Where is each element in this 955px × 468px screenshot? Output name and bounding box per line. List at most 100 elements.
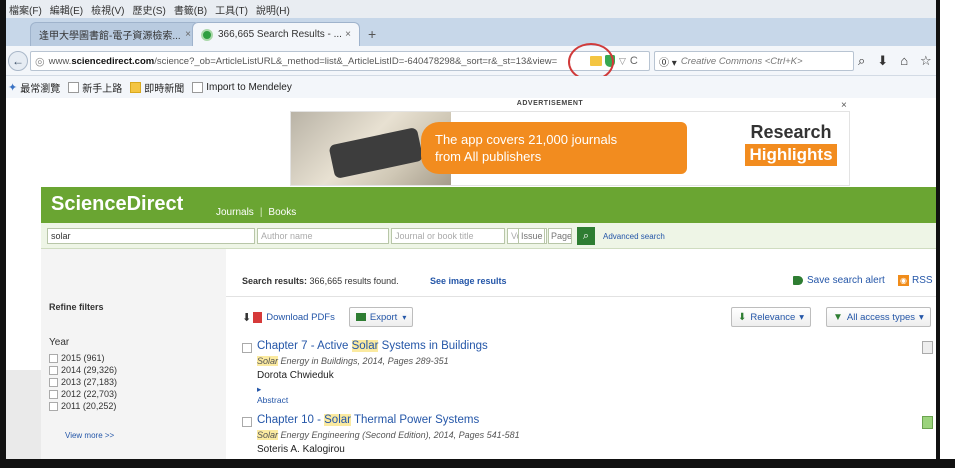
- close-icon[interactable]: ×: [345, 29, 351, 40]
- title-text: Systems in Buildings: [378, 340, 488, 352]
- tab-library[interactable]: 逢甲大學圖書館-電子資源檢索... ×: [30, 22, 200, 46]
- ad-label: ADVERTISEMENT: [516, 100, 584, 107]
- url-bar[interactable]: ◎ www. sciencedirect.com/science?_ob=Arti…: [30, 51, 650, 71]
- menu-edit[interactable]: 編輯(E): [50, 2, 83, 17]
- download-pdfs-label: Download PDFs: [266, 311, 335, 323]
- sciencedirect-logo[interactable]: ScienceDirect: [51, 193, 183, 216]
- checkbox[interactable]: [49, 353, 58, 363]
- back-button[interactable]: ←: [8, 51, 28, 71]
- navigation-bar: ← ◎ www. sciencedirect.com/science?_ob=Ar…: [6, 46, 936, 76]
- results-toolbar: ⬇ Download PDFs Export ▾: [242, 306, 414, 328]
- issue-input[interactable]: [518, 228, 545, 244]
- bookmark-mendeley[interactable]: Import to Mendeley: [192, 81, 292, 93]
- creative-commons-icon[interactable]: ⓪ ▾: [659, 54, 677, 69]
- result-author: Dorota Chwieduk: [257, 370, 334, 381]
- year-filter-label: 2012 (22,703): [61, 389, 118, 399]
- menu-tools[interactable]: 工具(T): [215, 2, 248, 17]
- divider: [226, 296, 936, 297]
- search-terms-input[interactable]: [47, 228, 255, 244]
- home-icon[interactable]: ⌂: [900, 53, 908, 69]
- rss-link[interactable]: ◉ RSS: [898, 275, 933, 286]
- checkbox[interactable]: [49, 365, 58, 375]
- new-tab-button[interactable]: +: [368, 26, 376, 42]
- filter-funnel-icon: ▼: [833, 311, 843, 323]
- year-filter-item[interactable]: 2015 (961): [49, 352, 117, 364]
- menu-help[interactable]: 說明(H): [256, 2, 290, 17]
- author-input[interactable]: [257, 228, 389, 244]
- source-highlight: Solar: [257, 356, 279, 366]
- menu-bookmarks[interactable]: 書籤(B): [174, 2, 207, 17]
- year-filter-heading: Year: [49, 337, 70, 348]
- ad-brand-line-2: Highlights: [745, 144, 837, 166]
- result-checkbox[interactable]: [242, 343, 252, 353]
- source-text: Energy in Buildings, 2014, Pages 289-351: [278, 356, 449, 366]
- refine-filters-heading: Refine filters: [49, 302, 104, 312]
- bookmark-star-icon[interactable]: ☆: [920, 53, 932, 69]
- toolbar-icons: ⌕ ⬇ ⌂ ☆: [858, 53, 932, 69]
- url-domain: sciencedirect.com: [71, 55, 155, 67]
- year-filter-list: 2015 (961) 2014 (29,326) 2013 (27,183) 2…: [49, 352, 117, 412]
- nav-journals[interactable]: Journals: [216, 207, 254, 218]
- sciencedirect-favicon-icon: [201, 28, 213, 41]
- ad-line-2: from All publishers: [435, 149, 542, 164]
- checkbox[interactable]: [49, 389, 58, 399]
- menu-history[interactable]: 歷史(S): [132, 2, 165, 17]
- access-label: All access types: [846, 311, 916, 323]
- search-engine-bar[interactable]: ⓪ ▾ Creative Commons <Ctrl+K>: [654, 51, 854, 71]
- globe-icon: ◎: [35, 55, 45, 68]
- result-checkbox[interactable]: [242, 417, 252, 427]
- result-source: Solar Energy in Buildings, 2014, Pages 2…: [257, 356, 449, 366]
- relevance-label: Relevance: [750, 311, 796, 323]
- sort-relevance-button[interactable]: ⬇ Relevance ▾: [731, 307, 812, 327]
- year-filter-item[interactable]: 2011 (20,252): [49, 400, 117, 412]
- image-results-link[interactable]: See image results: [430, 276, 507, 286]
- tab-search-results-label: 366,665 Search Results - ...: [218, 29, 342, 40]
- year-filter-item[interactable]: 2012 (22,703): [49, 388, 117, 400]
- result-author: Soteris A. Kalogirou: [257, 444, 345, 455]
- chevron-down-icon: ▾: [799, 311, 805, 323]
- journal-input[interactable]: [391, 228, 505, 244]
- result-title-link[interactable]: Chapter 10 - Solar Thermal Power Systems: [257, 414, 479, 426]
- close-icon[interactable]: ×: [185, 29, 191, 40]
- result-title-link[interactable]: Chapter 7 - Active Solar Systems in Buil…: [257, 340, 488, 352]
- access-type-button[interactable]: ▼ All access types ▾: [826, 307, 931, 327]
- reload-icon[interactable]: C: [630, 55, 638, 67]
- advanced-search-link[interactable]: Advanced search: [603, 232, 665, 241]
- menu-view[interactable]: 檢視(V): [91, 2, 124, 17]
- results-count: 366,665 results found.: [309, 276, 399, 286]
- view-more-link[interactable]: View more >>: [65, 431, 114, 440]
- bookmark-icon: ✦: [8, 81, 18, 94]
- export-button[interactable]: Export ▾: [348, 307, 414, 327]
- bookmark-label: 新手上路: [82, 83, 123, 95]
- page-input[interactable]: [548, 228, 572, 244]
- url-prefix: www.: [48, 55, 72, 67]
- chevron-down-icon[interactable]: ▽: [619, 56, 626, 67]
- save-search-alert-link[interactable]: Save search alert: [793, 275, 885, 286]
- document-icon[interactable]: [922, 341, 933, 354]
- window-frame: [0, 459, 955, 468]
- menu-file[interactable]: 檔案(F): [9, 2, 42, 17]
- search-icon[interactable]: ⌕: [858, 53, 865, 69]
- results-summary: Search results: 366,665 results found.: [242, 276, 399, 286]
- bookmark-news[interactable]: 即時新聞: [130, 80, 184, 95]
- window-frame: [936, 0, 955, 468]
- download-arrow-icon: ⬇: [242, 311, 252, 324]
- checkbox[interactable]: [49, 401, 58, 411]
- page-icon: [192, 81, 204, 93]
- tab-search-results[interactable]: 366,665 Search Results - ... ×: [192, 22, 360, 46]
- document-icon[interactable]: [922, 416, 933, 429]
- ad-banner[interactable]: The app covers 21,000 journals from All …: [290, 111, 850, 186]
- ad-close-icon[interactable]: ×: [841, 100, 847, 111]
- nav-books[interactable]: Books: [268, 207, 296, 218]
- bookmark-most-visited[interactable]: ✦ 最常瀏覽: [8, 80, 60, 95]
- rss-label: RSS: [912, 275, 933, 286]
- search-button[interactable]: ⌕: [577, 227, 595, 245]
- download-icon[interactable]: ⬇: [877, 53, 888, 69]
- checkbox[interactable]: [49, 377, 58, 387]
- year-filter-label: 2014 (29,326): [61, 365, 118, 375]
- year-filter-item[interactable]: 2014 (29,326): [49, 364, 117, 376]
- bookmark-getting-started[interactable]: 新手上路: [68, 80, 122, 95]
- abstract-toggle[interactable]: ▸ Abstract: [257, 384, 288, 405]
- download-pdfs-button[interactable]: ⬇ Download PDFs: [242, 311, 335, 324]
- year-filter-item[interactable]: 2013 (27,183): [49, 376, 117, 388]
